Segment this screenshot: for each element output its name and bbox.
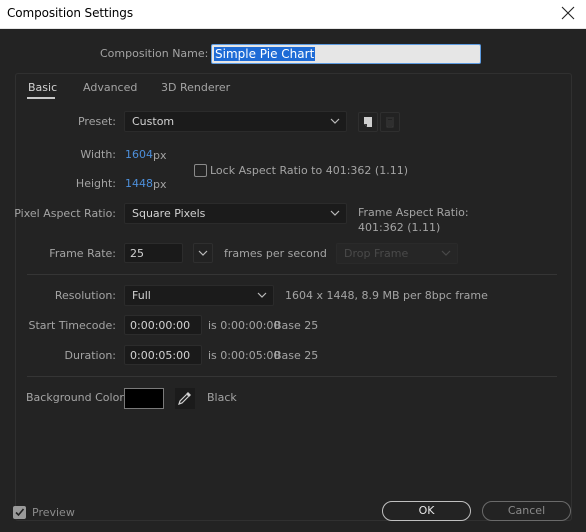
frame-rate-dropdown-button[interactable]	[193, 243, 213, 263]
preset-dropdown[interactable]: Custom	[124, 111, 347, 132]
frame-rate-input[interactable]: 25	[124, 243, 183, 263]
drop-frame-value: Drop Frame	[344, 247, 409, 260]
resolution-dropdown[interactable]: Full	[124, 285, 274, 306]
lock-aspect-label: Lock Aspect Ratio to 401:362 (1.11)	[210, 164, 408, 177]
duration-input[interactable]: 0:00:05:00	[124, 345, 202, 365]
eyedropper-icon	[178, 392, 191, 405]
tab-basic[interactable]: Basic	[28, 81, 57, 94]
chevron-down-icon	[330, 210, 340, 216]
resolution-value: Full	[132, 289, 151, 302]
width-unit: px	[153, 149, 167, 162]
frame-aspect-value: 401:362 (1.11)	[358, 221, 441, 234]
preview-checkbox[interactable]	[13, 506, 26, 519]
background-color-name: Black	[207, 391, 237, 404]
trash-icon	[386, 117, 394, 128]
cancel-button[interactable]: Cancel	[482, 501, 571, 521]
tab-3d-renderer[interactable]: 3D Renderer	[161, 81, 230, 94]
start-timecode-label: Start Timecode:	[28, 319, 116, 332]
section-divider	[27, 376, 557, 377]
composition-settings-dialog: Composition Name: Simple Pie Chart Basic…	[0, 29, 586, 532]
chevron-down-icon	[257, 292, 267, 298]
pixel-aspect-value: Square Pixels	[132, 207, 206, 220]
checkmark-icon	[15, 508, 25, 517]
drop-frame-dropdown: Drop Frame	[336, 243, 458, 264]
pixel-aspect-dropdown[interactable]: Square Pixels	[124, 203, 347, 224]
resolution-info: 1604 x 1448, 8.9 MB per 8bpc frame	[285, 289, 488, 302]
duration-label: Duration:	[64, 349, 116, 362]
window-title: Composition Settings	[7, 6, 133, 20]
lock-aspect-checkbox[interactable]	[194, 164, 207, 177]
preview-label: Preview	[32, 506, 75, 519]
delete-preset-button[interactable]	[380, 112, 400, 132]
duration-info: is 0:00:05:00	[208, 349, 281, 362]
composition-name-input[interactable]: Simple Pie Chart	[211, 44, 481, 64]
chevron-down-icon	[330, 118, 340, 124]
background-color-label: Background Color:	[26, 391, 128, 404]
active-tab-indicator	[27, 97, 55, 99]
frame-aspect-label: Frame Aspect Ratio:	[358, 206, 469, 219]
save-preset-icon	[364, 117, 372, 127]
pixel-aspect-label: Pixel Aspect Ratio:	[14, 207, 116, 220]
height-label: Height:	[75, 177, 116, 190]
duration-base: Base 25	[274, 349, 319, 362]
title-bar: Composition Settings	[0, 0, 586, 29]
tab-advanced[interactable]: Advanced	[83, 81, 137, 94]
width-label: Width:	[80, 148, 116, 161]
resolution-label: Resolution:	[54, 289, 116, 302]
height-unit: px	[153, 178, 167, 191]
close-icon[interactable]	[560, 4, 576, 22]
ok-button[interactable]: OK	[382, 501, 471, 521]
composition-name-value: Simple Pie Chart	[214, 47, 316, 61]
composition-name-label: Composition Name:	[100, 47, 209, 60]
preset-value: Custom	[132, 115, 175, 128]
start-timecode-value: 0:00:00:00	[130, 319, 191, 332]
frame-rate-value: 25	[130, 247, 144, 260]
chevron-down-icon	[198, 250, 208, 256]
section-divider	[27, 274, 557, 275]
chevron-down-icon	[441, 250, 451, 256]
duration-value: 0:00:05:00	[130, 349, 191, 362]
width-value[interactable]: 1604	[125, 148, 153, 161]
background-color-swatch[interactable]	[124, 388, 164, 409]
height-value[interactable]: 1448	[125, 177, 153, 190]
eyedropper-button[interactable]	[175, 388, 195, 409]
start-timecode-input[interactable]: 0:00:00:00	[124, 315, 202, 335]
start-timecode-info: is 0:00:00:00	[208, 319, 281, 332]
start-timecode-base: Base 25	[274, 319, 319, 332]
frame-rate-unit: frames per second	[224, 247, 327, 260]
preset-label: Preset:	[77, 115, 116, 128]
frame-rate-label: Frame Rate:	[49, 247, 116, 260]
save-preset-button[interactable]	[358, 112, 378, 132]
